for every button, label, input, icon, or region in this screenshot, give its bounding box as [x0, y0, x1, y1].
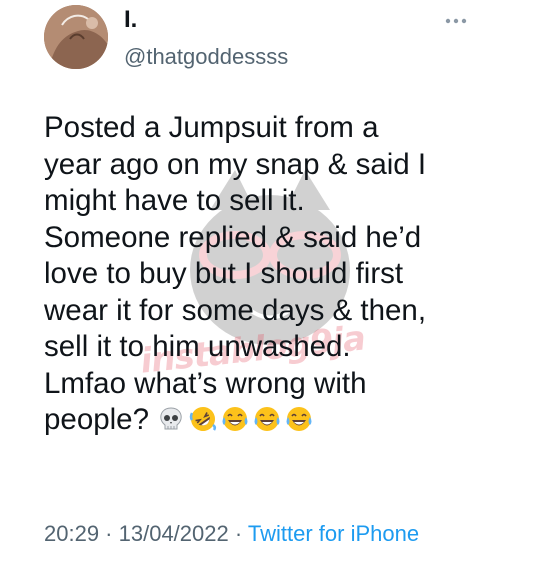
- meta-separator: ·: [99, 521, 119, 546]
- avatar[interactable]: [44, 5, 108, 69]
- meta-separator: ·: [228, 521, 248, 546]
- skull-emoji-icon: [160, 407, 182, 430]
- tears-of-joy-emoji-icon: [286, 407, 312, 431]
- avatar-image: [44, 5, 108, 69]
- tears-of-joy-emoji-icon: [222, 407, 248, 431]
- tweet-text: Posted a Jumpsuit from a year ago on my …: [44, 110, 514, 439]
- tweet-meta: 20:29 · 13/04/2022 · Twitter for iPhone: [44, 518, 514, 549]
- tweet-source-link[interactable]: Twitter for iPhone: [248, 521, 419, 546]
- tweet-body: Posted a Jumpsuit from a year ago on my …: [44, 111, 427, 436]
- rolling-on-floor-laughing-emoji-icon: [189, 407, 217, 431]
- more-dots-icon: [445, 18, 467, 24]
- emoji-row: [157, 405, 313, 433]
- more-options-button[interactable]: [444, 14, 468, 26]
- user-handle[interactable]: @thatgoddessss: [124, 44, 288, 70]
- tears-of-joy-emoji-icon: [254, 407, 280, 431]
- display-name[interactable]: I.: [124, 6, 137, 34]
- tweet-date[interactable]: 13/04/2022: [119, 521, 229, 546]
- tweet-time[interactable]: 20:29: [44, 521, 99, 546]
